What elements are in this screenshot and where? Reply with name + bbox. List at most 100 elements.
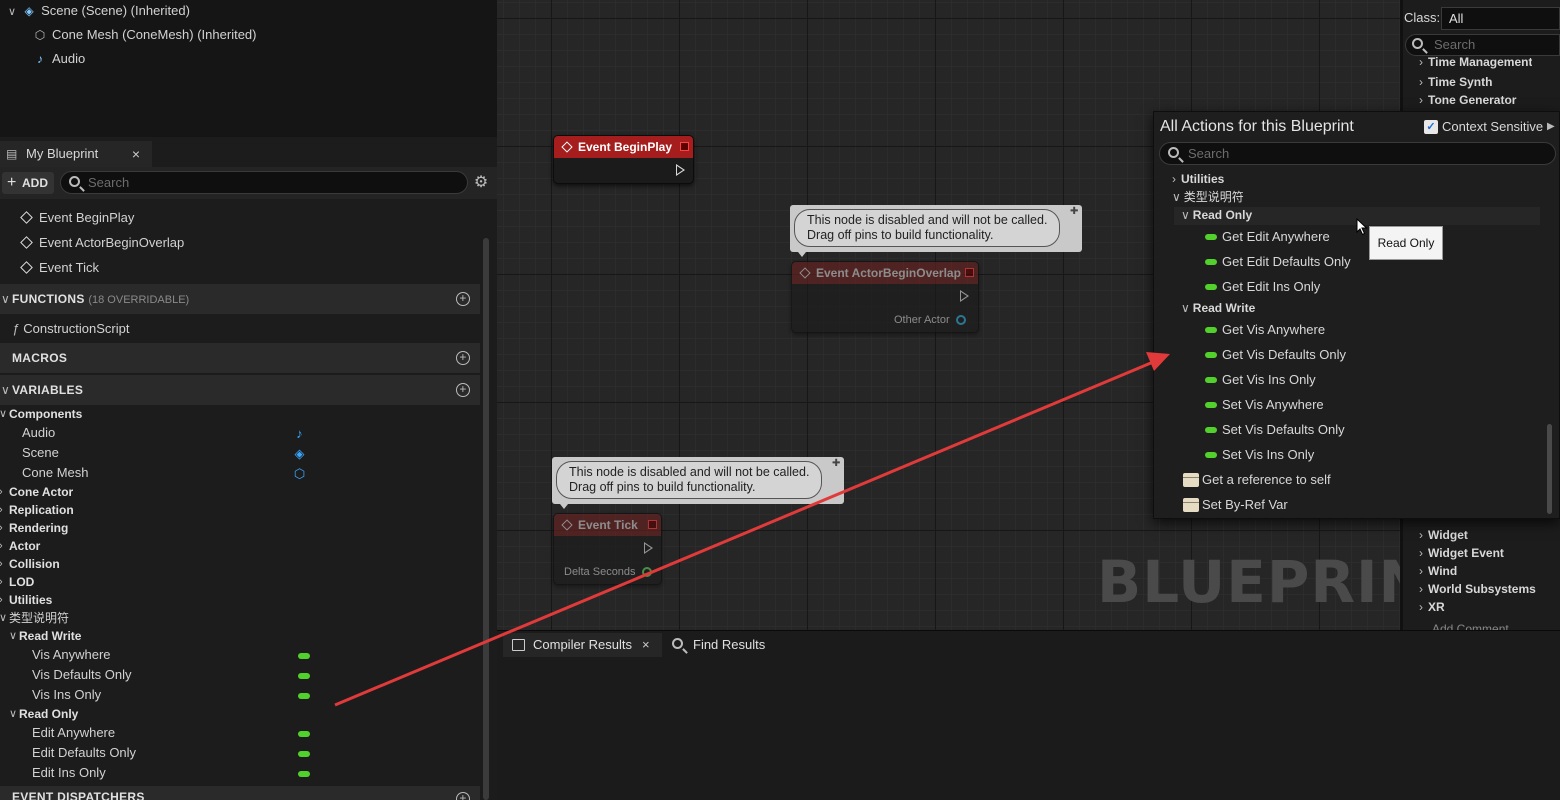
pin-icon[interactable]: ✚ (1070, 207, 1080, 217)
action-item[interactable]: Get Vis Anywhere (1222, 318, 1325, 342)
palette-category[interactable]: › XR (1419, 598, 1445, 616)
event-diamond-icon (799, 267, 811, 279)
palette-category[interactable]: › Tone Generator (1419, 91, 1516, 109)
palette-category[interactable]: › Widget (1419, 526, 1468, 544)
variable-category-custom[interactable]: ∨ 类型说明符 (0, 608, 69, 628)
delegate-pin-icon[interactable] (680, 142, 689, 151)
object-pin-icon[interactable] (956, 315, 966, 325)
add-dispatcher-icon[interactable]: + (456, 792, 470, 800)
bool-pill-icon (298, 771, 310, 777)
close-icon[interactable]: × (642, 637, 650, 652)
tab-find-results[interactable]: Find Results (670, 633, 765, 657)
my-blueprint-search-input[interactable]: Search (60, 171, 468, 194)
context-sensitive-checkbox[interactable]: ✓ (1424, 120, 1438, 134)
tab-compiler-results[interactable]: Compiler Results × (503, 633, 662, 657)
chevron-right-icon: › (0, 590, 3, 610)
variable-category[interactable]: ›Rendering (0, 518, 68, 538)
action-category-custom[interactable]: ∨ 类型说明符 (1172, 188, 1244, 206)
variable-category-read-write[interactable]: ∨ Read Write (9, 626, 81, 646)
action-category-utilities[interactable]: › Utilities (1172, 170, 1224, 188)
event-item-begin-play[interactable]: Event BeginPlay (20, 206, 134, 230)
scene-icon: ◈ (24, 4, 34, 18)
node-event-tick[interactable]: Event Tick Delta Seconds (553, 513, 662, 585)
event-dispatchers-section-header[interactable]: EVENT DISPATCHERS + (0, 786, 480, 800)
action-item[interactable]: Get Edit Defaults Only (1222, 250, 1351, 274)
action-item[interactable]: Get Edit Ins Only (1222, 275, 1320, 299)
variable-item[interactable]: Vis Ins Only (32, 685, 101, 705)
chevron-right-icon: › (1172, 172, 1176, 186)
action-item[interactable]: Set Vis Ins Only (1222, 443, 1314, 467)
add-function-icon[interactable]: + (456, 292, 470, 306)
delegate-pin-icon[interactable] (965, 268, 974, 277)
exec-pin-icon[interactable] (676, 164, 685, 176)
action-item[interactable]: Set Vis Anywhere (1222, 393, 1324, 417)
pin-icon[interactable]: ✚ (832, 459, 842, 469)
delegate-pin-icon[interactable] (648, 520, 657, 529)
float-pin-icon[interactable] (642, 567, 652, 577)
variable-category-read-only[interactable]: ∨ Read Only (9, 704, 78, 724)
function-item-construction-script[interactable]: ƒ ConstructionScript (12, 319, 129, 339)
component-cone-mesh[interactable]: ⬡ Cone Mesh (ConeMesh) (Inherited) (33, 24, 257, 46)
class-select[interactable]: All (1441, 7, 1560, 30)
variable-item[interactable]: Audio (22, 423, 55, 443)
action-search-input[interactable]: Search (1159, 142, 1556, 165)
variable-item[interactable]: Vis Defaults Only (32, 665, 131, 685)
action-item[interactable]: Get a reference to self (1202, 468, 1331, 492)
palette-search-input[interactable]: Search (1405, 34, 1560, 56)
action-item[interactable]: Get Vis Ins Only (1222, 368, 1316, 392)
component-audio[interactable]: ♪ Audio (33, 48, 85, 70)
chevron-right-icon: › (0, 554, 3, 574)
variables-section-header[interactable]: ∨ VARIABLES + (0, 375, 480, 405)
exec-pin-icon[interactable] (960, 290, 969, 302)
palette-add-comment-item[interactable]: Add Comment... (1432, 620, 1519, 630)
variable-item[interactable]: Vis Anywhere (32, 645, 111, 665)
variable-category[interactable]: ›Replication (0, 500, 74, 520)
node-event-begin-play[interactable]: Event BeginPlay (553, 135, 694, 184)
action-menu-scrollbar[interactable] (1547, 424, 1552, 514)
chevron-down-icon: ∨ (1181, 301, 1190, 315)
variable-item[interactable]: Edit Ins Only (32, 763, 106, 783)
palette-category[interactable]: › Time Management (1419, 55, 1532, 69)
variable-category-components[interactable]: ∨ Components (0, 404, 82, 424)
node-event-actor-begin-overlap[interactable]: Event ActorBeginOverlap Other Actor (791, 261, 979, 333)
chevron-right-icon: › (1419, 55, 1423, 69)
chevron-down-icon: ∨ (1, 292, 11, 306)
variable-category[interactable]: ›Utilities (0, 590, 52, 610)
chevron-down-icon[interactable]: ∨ (8, 6, 16, 18)
variable-category[interactable]: ›Actor (0, 536, 40, 556)
variable-item[interactable]: Edit Defaults Only (32, 743, 136, 763)
action-category-read-only[interactable]: ∨ Read Only (1181, 206, 1252, 224)
chevron-right-icon[interactable]: ▶ (1547, 121, 1555, 132)
palette-category[interactable]: › Wind (1419, 562, 1457, 580)
variable-category[interactable]: ›Cone Actor (0, 482, 73, 502)
variable-category[interactable]: ›Collision (0, 554, 60, 574)
action-item[interactable]: Set Vis Defaults Only (1222, 418, 1345, 442)
action-item[interactable]: Set By-Ref Var (1202, 493, 1288, 517)
palette-category[interactable]: › Widget Event (1419, 544, 1504, 562)
variable-item[interactable]: Cone Mesh (22, 463, 88, 483)
functions-section-header[interactable]: ∨ FUNCTIONS (18 OVERRIDABLE) + (0, 284, 480, 314)
component-scene[interactable]: ∨ ◈ Scene (Scene) (Inherited) (8, 0, 190, 22)
components-panel: ∨ ◈ Scene (Scene) (Inherited) ⬡ Cone Mesh (… (0, 0, 497, 137)
add-button[interactable]: + ADD (2, 172, 54, 194)
event-item-tick[interactable]: Event Tick (20, 256, 99, 280)
gear-icon[interactable]: ⚙ (472, 174, 490, 192)
action-category-read-write[interactable]: ∨ Read Write (1181, 299, 1255, 317)
event-item-actor-begin-overlap[interactable]: Event ActorBeginOverlap (20, 231, 184, 255)
exec-pin-icon[interactable] (644, 542, 653, 554)
tab-my-blueprint[interactable]: ▤ My Blueprint × (0, 141, 152, 167)
variable-item[interactable]: Scene (22, 443, 59, 463)
macros-section-header[interactable]: MACROS + (0, 343, 480, 373)
action-item[interactable]: Get Vis Defaults Only (1222, 343, 1346, 367)
bool-pill-icon (1205, 284, 1217, 290)
action-item[interactable]: Get Edit Anywhere (1222, 225, 1330, 249)
variable-category[interactable]: ›LOD (0, 572, 34, 592)
palette-category[interactable]: › Time Synth (1419, 73, 1492, 91)
chevron-right-icon: › (1419, 75, 1423, 89)
left-panel-scrollbar[interactable] (483, 238, 489, 800)
add-macro-icon[interactable]: + (456, 351, 470, 365)
variable-item[interactable]: Edit Anywhere (32, 723, 115, 743)
palette-category[interactable]: › World Subsystems (1419, 580, 1536, 598)
close-icon[interactable]: × (132, 141, 140, 167)
add-variable-icon[interactable]: + (456, 383, 470, 397)
